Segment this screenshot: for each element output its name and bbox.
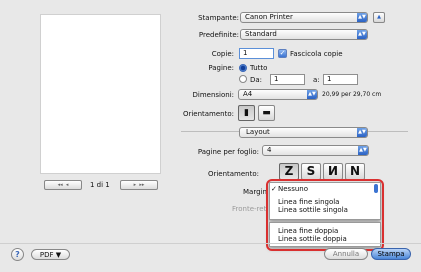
printer-label: Stampante: <box>198 14 239 22</box>
updown-arrows-icon: ▲▼ <box>307 90 317 99</box>
pages-per-sheet-label: Pagine per foglio: <box>197 148 259 156</box>
layout-s-icon[interactable]: S <box>301 163 321 180</box>
layout-direction-label: Orientamento: <box>207 170 259 178</box>
paper-size-select[interactable]: A4 ▲▼ <box>238 89 318 100</box>
printer-select[interactable]: Canon Printer ▲▼ <box>240 12 368 23</box>
layout-z-icon[interactable]: Z <box>279 163 299 180</box>
presets-label: Predefinite: <box>198 31 239 39</box>
preview-next-last-buttons[interactable]: ▸ ▸▸ <box>120 180 158 190</box>
cancel-button[interactable]: Annulla <box>324 248 368 260</box>
section-value: Layout <box>246 128 270 136</box>
pages-label: Pagine: <box>208 64 234 72</box>
layout-reverse-n-icon[interactable]: N <box>323 163 343 180</box>
pages-per-sheet-select[interactable]: 4 ▲▼ <box>262 145 369 156</box>
pages-all-label: Tutto <box>250 64 268 72</box>
section-select[interactable]: Layout ▲▼ <box>239 127 368 138</box>
preview-page-indicator: 1 di 1 <box>90 181 110 189</box>
pages-from-label: Da: <box>250 76 263 84</box>
portrait-orientation-icon[interactable]: ▮ <box>238 105 255 121</box>
pages-all-radio[interactable] <box>239 64 247 72</box>
updown-arrows-icon: ▲▼ <box>357 30 367 39</box>
pages-to-input[interactable]: 1 <box>323 74 358 85</box>
orientation-label: Orientamento: <box>182 110 234 118</box>
preview-first-prev-buttons[interactable]: ◂◂ ◂ <box>44 180 82 190</box>
help-button[interactable]: ? <box>11 248 24 261</box>
highlight-outline <box>266 179 384 251</box>
two-sided-label: Fronte-ret <box>232 205 267 213</box>
paper-size-value: A4 <box>243 90 253 98</box>
copies-label: Copie: <box>211 50 234 58</box>
updown-arrows-icon: ▲▼ <box>357 13 367 22</box>
border-label: Margin <box>243 188 267 196</box>
pages-from-input[interactable]: 1 <box>270 74 305 85</box>
paper-size-label: Dimensioni: <box>192 91 234 99</box>
layout-n-icon[interactable]: N <box>345 163 365 180</box>
updown-arrows-icon: ▲▼ <box>358 146 368 155</box>
help-icon: ? <box>15 250 20 259</box>
pages-per-sheet-value: 4 <box>267 146 272 154</box>
presets-value: Standard <box>245 30 277 38</box>
print-button[interactable]: Stampa <box>371 248 411 260</box>
collate-label: Fascicola copie <box>290 50 343 58</box>
printer-info-button[interactable]: ▲ <box>373 12 385 23</box>
paper-dimensions-text: 20,99 per 29,70 cm <box>322 91 382 98</box>
printer-value: Canon Printer <box>245 13 293 21</box>
pages-range-radio[interactable] <box>239 75 247 83</box>
pages-to-label: a: <box>313 76 320 84</box>
presets-select[interactable]: Standard ▲▼ <box>240 29 368 40</box>
collate-checkbox[interactable]: ✓ <box>278 49 287 58</box>
copies-input[interactable]: 1 <box>239 48 274 59</box>
updown-arrows-icon: ▲▼ <box>357 128 367 137</box>
landscape-orientation-icon[interactable]: ▬ <box>258 105 275 121</box>
preview-pane <box>40 14 161 174</box>
pdf-menu-button[interactable]: PDF ▼ <box>31 249 70 260</box>
footer-divider <box>0 243 421 244</box>
